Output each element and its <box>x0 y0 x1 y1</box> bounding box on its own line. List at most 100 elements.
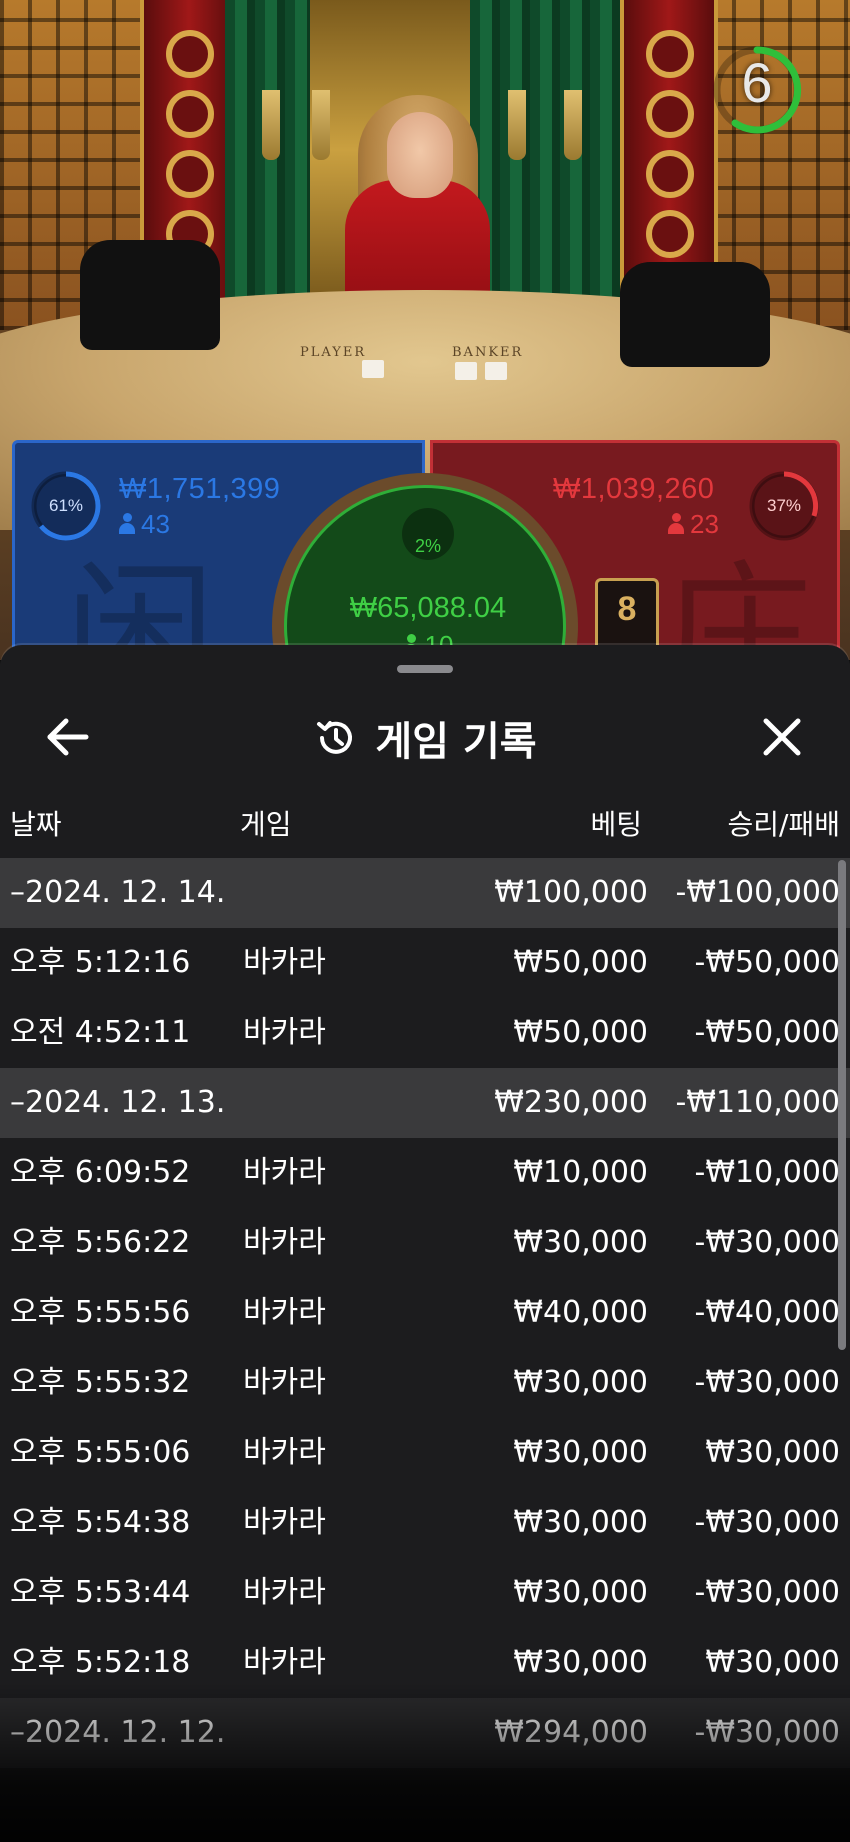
table-label-player: PLAYER <box>300 345 367 360</box>
row-game: 바카라 <box>243 1155 326 1190</box>
row-result: -₩30,000 <box>694 1505 840 1540</box>
tie-total-amount: ₩65,088.04 <box>349 592 507 624</box>
row-game: 바카라 <box>243 1295 326 1330</box>
row-game: 바카라 <box>243 1435 326 1470</box>
history-table: –2024. 12. 14. ₩100,000 -₩100,000 오후 5:1… <box>0 858 850 1768</box>
close-button[interactable] <box>752 711 812 763</box>
card-shoe-right <box>620 262 770 367</box>
date-group-row[interactable]: –2024. 12. 12. ₩294,000 -₩30,000 <box>0 1698 850 1768</box>
group-bet-total: ₩230,000 <box>494 1085 648 1120</box>
row-time: 오후 5:53:44 <box>10 1575 191 1610</box>
history-row[interactable]: 오후 5:55:32 바카라 ₩30,000 -₩30,000 <box>0 1348 850 1418</box>
row-game: 바카라 <box>243 1575 326 1610</box>
sheet-title: 게임 기록 <box>375 719 537 765</box>
card-shoe-left <box>80 240 220 350</box>
history-row[interactable]: 오후 5:55:56 바카라 ₩40,000 -₩40,000 <box>0 1278 850 1348</box>
row-time: 오후 5:54:38 <box>10 1505 191 1540</box>
row-bet: ₩30,000 <box>513 1435 648 1470</box>
player-percent-ring: 61% <box>29 469 103 543</box>
back-button[interactable] <box>38 711 98 763</box>
history-row[interactable]: 오후 6:09:52 바카라 ₩10,000 -₩10,000 <box>0 1138 850 1208</box>
row-time: 오전 4:52:11 <box>10 1015 191 1050</box>
lucky-eight-badge[interactable]: 8 <box>595 578 659 654</box>
row-bet: ₩10,000 <box>513 1155 648 1190</box>
row-bet: ₩30,000 <box>513 1505 648 1540</box>
row-time: 오후 6:09:52 <box>10 1155 191 1190</box>
history-row[interactable]: 오후 5:52:18 바카라 ₩30,000 ₩30,000 <box>0 1628 850 1698</box>
group-result-total: -₩30,000 <box>694 1715 840 1750</box>
history-row[interactable]: 오후 5:12:16 바카라 ₩50,000 -₩50,000 <box>0 928 850 998</box>
timer-value: 6 <box>741 51 773 114</box>
player-total-amount: ₩1,751,399 <box>119 473 281 505</box>
row-game: 바카라 <box>243 1015 326 1050</box>
history-row[interactable]: 오후 5:53:44 바카라 ₩30,000 -₩30,000 <box>0 1558 850 1628</box>
card <box>455 362 477 380</box>
dealer-face <box>387 112 453 198</box>
group-date: –2024. 12. 14. <box>10 875 226 910</box>
history-row[interactable]: 오후 5:56:22 바카라 ₩30,000 -₩30,000 <box>0 1208 850 1278</box>
row-time: 오후 5:56:22 <box>10 1225 191 1260</box>
card <box>485 362 507 380</box>
player-bettor-count: 43 <box>119 509 170 540</box>
row-result: -₩10,000 <box>694 1155 840 1190</box>
person-icon <box>119 513 135 535</box>
row-result: -₩40,000 <box>694 1295 840 1330</box>
row-time: 오후 5:55:06 <box>10 1435 191 1470</box>
row-game: 바카라 <box>243 1505 326 1540</box>
row-bet: ₩50,000 <box>513 1015 648 1050</box>
app-screen: PLAYER BANKER 6 闲 61% ₩1,751,399 43 庄 ₩1… <box>0 0 850 1842</box>
group-bet-total: ₩100,000 <box>494 875 648 910</box>
row-result: ₩30,000 <box>705 1645 840 1680</box>
history-row[interactable]: 오후 5:54:38 바카라 ₩30,000 -₩30,000 <box>0 1488 850 1558</box>
date-group-row[interactable]: –2024. 12. 13. ₩230,000 -₩110,000 <box>0 1068 850 1138</box>
row-bet: ₩50,000 <box>513 945 648 980</box>
history-row[interactable]: 오전 4:52:11 바카라 ₩50,000 -₩50,000 <box>0 998 850 1068</box>
sheet-title-group: 게임 기록 <box>0 693 850 783</box>
player-percent: 61% <box>48 496 84 515</box>
scrollbar[interactable] <box>838 860 846 1350</box>
history-row[interactable]: 오후 5:55:06 바카라 ₩30,000 ₩30,000 <box>0 1418 850 1488</box>
group-date: –2024. 12. 12. <box>10 1715 226 1750</box>
banker-bettor-count: 23 <box>668 509 719 540</box>
row-time: 오후 5:12:16 <box>10 945 191 980</box>
row-result: -₩30,000 <box>694 1575 840 1610</box>
row-bet: ₩30,000 <box>513 1365 648 1400</box>
sheet-header: 게임 기록 <box>0 693 850 783</box>
row-time: 오후 5:55:32 <box>10 1365 191 1400</box>
countdown-timer: 6 <box>707 32 807 142</box>
card <box>362 360 384 378</box>
close-icon <box>763 718 801 756</box>
row-time: 오후 5:55:56 <box>10 1295 191 1330</box>
row-result: ₩30,000 <box>705 1435 840 1470</box>
group-result-total: -₩110,000 <box>675 1085 840 1120</box>
row-game: 바카라 <box>243 1365 326 1400</box>
red-pillar-right <box>620 0 718 300</box>
arrow-left-icon <box>47 718 89 756</box>
row-bet: ₩30,000 <box>513 1645 648 1680</box>
group-result-total: -₩100,000 <box>675 875 840 910</box>
game-history-sheet: 게임 기록 날짜 게임 베팅 승리/패배 –2024. 12. 14. ₩100… <box>0 645 850 1842</box>
history-icon <box>317 721 353 754</box>
date-group-row[interactable]: –2024. 12. 14. ₩100,000 -₩100,000 <box>0 858 850 928</box>
sheet-drag-handle[interactable] <box>397 665 453 673</box>
table-label-banker: BANKER <box>452 345 524 360</box>
column-header-bet[interactable]: 베팅 <box>590 803 642 843</box>
row-result: -₩50,000 <box>694 945 840 980</box>
row-bet: ₩40,000 <box>513 1295 648 1330</box>
row-bet: ₩30,000 <box>513 1575 648 1610</box>
column-header-date[interactable]: 날짜 <box>10 803 62 843</box>
group-bet-total: ₩294,000 <box>494 1715 648 1750</box>
curtain-right <box>470 0 620 300</box>
banker-percent: 37% <box>766 496 802 515</box>
banker-total-amount: ₩1,039,260 <box>553 473 715 505</box>
column-header-win-loss[interactable]: 승리/패배 <box>728 803 840 843</box>
column-header-game[interactable]: 게임 <box>240 803 292 843</box>
row-game: 바카라 <box>243 1225 326 1260</box>
row-result: -₩50,000 <box>694 1015 840 1050</box>
banker-percent-ring: 37% <box>747 469 821 543</box>
row-result: -₩30,000 <box>694 1225 840 1260</box>
tie-percent: 2% <box>414 536 441 556</box>
person-icon <box>668 513 684 535</box>
row-game: 바카라 <box>243 945 326 980</box>
group-date: –2024. 12. 13. <box>10 1085 226 1120</box>
